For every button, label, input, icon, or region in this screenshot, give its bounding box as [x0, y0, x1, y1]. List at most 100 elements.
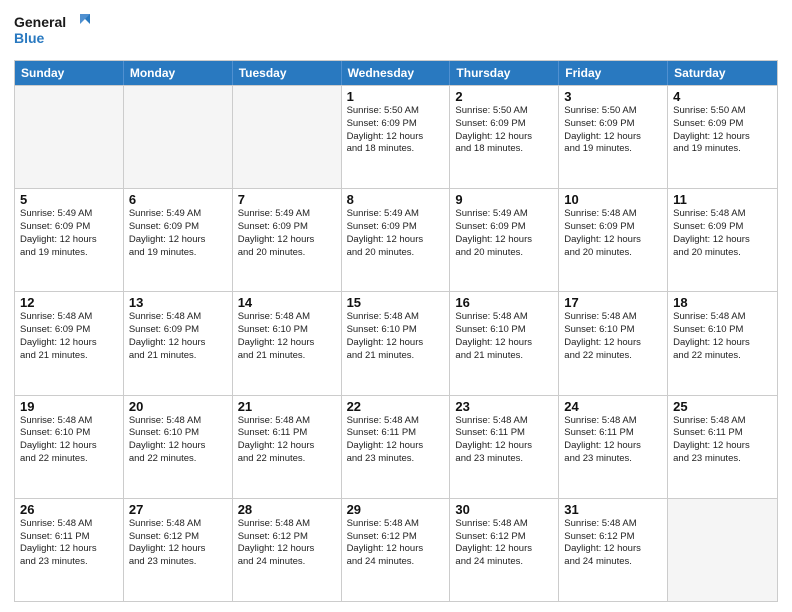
calendar-cell: 6Sunrise: 5:49 AM Sunset: 6:09 PM Daylig…: [124, 189, 233, 291]
day-number: 19: [20, 399, 118, 414]
calendar-cell: 26Sunrise: 5:48 AM Sunset: 6:11 PM Dayli…: [15, 499, 124, 601]
cell-info: Sunrise: 5:48 AM Sunset: 6:10 PM Dayligh…: [20, 415, 118, 466]
calendar-cell: 16Sunrise: 5:48 AM Sunset: 6:10 PM Dayli…: [450, 292, 559, 394]
day-number: 26: [20, 502, 118, 517]
cell-info: Sunrise: 5:49 AM Sunset: 6:09 PM Dayligh…: [20, 208, 118, 259]
calendar-row-2: 5Sunrise: 5:49 AM Sunset: 6:09 PM Daylig…: [15, 188, 777, 291]
calendar-cell: 25Sunrise: 5:48 AM Sunset: 6:11 PM Dayli…: [668, 396, 777, 498]
calendar-cell: 30Sunrise: 5:48 AM Sunset: 6:12 PM Dayli…: [450, 499, 559, 601]
day-number: 4: [673, 89, 772, 104]
cell-info: Sunrise: 5:48 AM Sunset: 6:12 PM Dayligh…: [455, 518, 553, 569]
header-day-saturday: Saturday: [668, 61, 777, 85]
day-number: 6: [129, 192, 227, 207]
calendar-cell: 18Sunrise: 5:48 AM Sunset: 6:10 PM Dayli…: [668, 292, 777, 394]
cell-info: Sunrise: 5:48 AM Sunset: 6:10 PM Dayligh…: [347, 311, 445, 362]
calendar-cell: 10Sunrise: 5:48 AM Sunset: 6:09 PM Dayli…: [559, 189, 668, 291]
day-number: 16: [455, 295, 553, 310]
cell-info: Sunrise: 5:48 AM Sunset: 6:10 PM Dayligh…: [129, 415, 227, 466]
day-number: 20: [129, 399, 227, 414]
cell-info: Sunrise: 5:48 AM Sunset: 6:09 PM Dayligh…: [20, 311, 118, 362]
calendar-cell: 14Sunrise: 5:48 AM Sunset: 6:10 PM Dayli…: [233, 292, 342, 394]
calendar-row-5: 26Sunrise: 5:48 AM Sunset: 6:11 PM Dayli…: [15, 498, 777, 601]
calendar-cell: 21Sunrise: 5:48 AM Sunset: 6:11 PM Dayli…: [233, 396, 342, 498]
calendar-cell: 1Sunrise: 5:50 AM Sunset: 6:09 PM Daylig…: [342, 86, 451, 188]
calendar-cell: 27Sunrise: 5:48 AM Sunset: 6:12 PM Dayli…: [124, 499, 233, 601]
day-number: 12: [20, 295, 118, 310]
cell-info: Sunrise: 5:48 AM Sunset: 6:11 PM Dayligh…: [673, 415, 772, 466]
calendar-cell: 8Sunrise: 5:49 AM Sunset: 6:09 PM Daylig…: [342, 189, 451, 291]
calendar-cell: 22Sunrise: 5:48 AM Sunset: 6:11 PM Dayli…: [342, 396, 451, 498]
cell-info: Sunrise: 5:48 AM Sunset: 6:12 PM Dayligh…: [129, 518, 227, 569]
cell-info: Sunrise: 5:50 AM Sunset: 6:09 PM Dayligh…: [347, 105, 445, 156]
day-number: 2: [455, 89, 553, 104]
calendar-cell: 17Sunrise: 5:48 AM Sunset: 6:10 PM Dayli…: [559, 292, 668, 394]
day-number: 1: [347, 89, 445, 104]
cell-info: Sunrise: 5:50 AM Sunset: 6:09 PM Dayligh…: [564, 105, 662, 156]
calendar-cell: [15, 86, 124, 188]
logo: General Blue: [14, 10, 94, 54]
day-number: 15: [347, 295, 445, 310]
calendar-cell: 5Sunrise: 5:49 AM Sunset: 6:09 PM Daylig…: [15, 189, 124, 291]
calendar: SundayMondayTuesdayWednesdayThursdayFrid…: [14, 60, 778, 602]
cell-info: Sunrise: 5:48 AM Sunset: 6:09 PM Dayligh…: [673, 208, 772, 259]
calendar-cell: 23Sunrise: 5:48 AM Sunset: 6:11 PM Dayli…: [450, 396, 559, 498]
day-number: 10: [564, 192, 662, 207]
day-number: 24: [564, 399, 662, 414]
day-number: 13: [129, 295, 227, 310]
calendar-cell: 12Sunrise: 5:48 AM Sunset: 6:09 PM Dayli…: [15, 292, 124, 394]
calendar-cell: 4Sunrise: 5:50 AM Sunset: 6:09 PM Daylig…: [668, 86, 777, 188]
calendar-cell: 29Sunrise: 5:48 AM Sunset: 6:12 PM Dayli…: [342, 499, 451, 601]
day-number: 8: [347, 192, 445, 207]
cell-info: Sunrise: 5:48 AM Sunset: 6:11 PM Dayligh…: [455, 415, 553, 466]
calendar-body: 1Sunrise: 5:50 AM Sunset: 6:09 PM Daylig…: [15, 85, 777, 601]
header-day-tuesday: Tuesday: [233, 61, 342, 85]
day-number: 14: [238, 295, 336, 310]
calendar-cell: 15Sunrise: 5:48 AM Sunset: 6:10 PM Dayli…: [342, 292, 451, 394]
day-number: 25: [673, 399, 772, 414]
calendar-cell: [124, 86, 233, 188]
day-number: 17: [564, 295, 662, 310]
calendar-cell: 7Sunrise: 5:49 AM Sunset: 6:09 PM Daylig…: [233, 189, 342, 291]
calendar-cell: 19Sunrise: 5:48 AM Sunset: 6:10 PM Dayli…: [15, 396, 124, 498]
calendar-cell: 9Sunrise: 5:49 AM Sunset: 6:09 PM Daylig…: [450, 189, 559, 291]
header-day-friday: Friday: [559, 61, 668, 85]
cell-info: Sunrise: 5:50 AM Sunset: 6:09 PM Dayligh…: [673, 105, 772, 156]
calendar-cell: 11Sunrise: 5:48 AM Sunset: 6:09 PM Dayli…: [668, 189, 777, 291]
header: General Blue: [14, 10, 778, 54]
cell-info: Sunrise: 5:48 AM Sunset: 6:09 PM Dayligh…: [129, 311, 227, 362]
cell-info: Sunrise: 5:48 AM Sunset: 6:11 PM Dayligh…: [238, 415, 336, 466]
day-number: 9: [455, 192, 553, 207]
calendar-header: SundayMondayTuesdayWednesdayThursdayFrid…: [15, 61, 777, 85]
svg-text:General: General: [14, 14, 66, 30]
day-number: 23: [455, 399, 553, 414]
cell-info: Sunrise: 5:48 AM Sunset: 6:10 PM Dayligh…: [673, 311, 772, 362]
day-number: 22: [347, 399, 445, 414]
calendar-row-1: 1Sunrise: 5:50 AM Sunset: 6:09 PM Daylig…: [15, 85, 777, 188]
cell-info: Sunrise: 5:48 AM Sunset: 6:12 PM Dayligh…: [238, 518, 336, 569]
day-number: 7: [238, 192, 336, 207]
calendar-cell: 24Sunrise: 5:48 AM Sunset: 6:11 PM Dayli…: [559, 396, 668, 498]
cell-info: Sunrise: 5:48 AM Sunset: 6:10 PM Dayligh…: [455, 311, 553, 362]
svg-text:Blue: Blue: [14, 30, 45, 46]
cell-info: Sunrise: 5:48 AM Sunset: 6:10 PM Dayligh…: [238, 311, 336, 362]
cell-info: Sunrise: 5:48 AM Sunset: 6:12 PM Dayligh…: [347, 518, 445, 569]
calendar-cell: 20Sunrise: 5:48 AM Sunset: 6:10 PM Dayli…: [124, 396, 233, 498]
cell-info: Sunrise: 5:48 AM Sunset: 6:11 PM Dayligh…: [347, 415, 445, 466]
cell-info: Sunrise: 5:49 AM Sunset: 6:09 PM Dayligh…: [347, 208, 445, 259]
day-number: 21: [238, 399, 336, 414]
calendar-cell: 2Sunrise: 5:50 AM Sunset: 6:09 PM Daylig…: [450, 86, 559, 188]
cell-info: Sunrise: 5:49 AM Sunset: 6:09 PM Dayligh…: [238, 208, 336, 259]
day-number: 27: [129, 502, 227, 517]
day-number: 31: [564, 502, 662, 517]
cell-info: Sunrise: 5:48 AM Sunset: 6:12 PM Dayligh…: [564, 518, 662, 569]
calendar-cell: [668, 499, 777, 601]
calendar-cell: 3Sunrise: 5:50 AM Sunset: 6:09 PM Daylig…: [559, 86, 668, 188]
day-number: 28: [238, 502, 336, 517]
calendar-cell: 28Sunrise: 5:48 AM Sunset: 6:12 PM Dayli…: [233, 499, 342, 601]
cell-info: Sunrise: 5:50 AM Sunset: 6:09 PM Dayligh…: [455, 105, 553, 156]
calendar-cell: 31Sunrise: 5:48 AM Sunset: 6:12 PM Dayli…: [559, 499, 668, 601]
cell-info: Sunrise: 5:48 AM Sunset: 6:10 PM Dayligh…: [564, 311, 662, 362]
day-number: 3: [564, 89, 662, 104]
header-day-wednesday: Wednesday: [342, 61, 451, 85]
cell-info: Sunrise: 5:49 AM Sunset: 6:09 PM Dayligh…: [129, 208, 227, 259]
